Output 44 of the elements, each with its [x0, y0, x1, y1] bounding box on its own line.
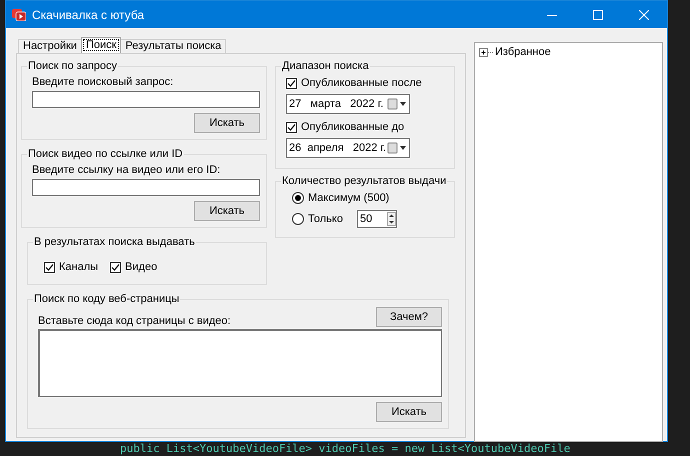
- video-link-field[interactable]: [32, 179, 260, 196]
- radio-button[interactable]: [292, 192, 304, 204]
- search-query-field[interactable]: [32, 91, 260, 108]
- app-icon: [12, 8, 26, 20]
- checkbox-label: Опубликованные после: [301, 77, 422, 89]
- background-code-line: public List<YoutubeVideoFile> videoFiles = new List<YoutubeVideoFile: [120, 442, 570, 455]
- field-label: Введите ссылку на видео или его ID:: [32, 164, 222, 176]
- group-title: Поиск по коду веб-страницы: [33, 293, 180, 305]
- number-spinner[interactable]: 50: [356, 210, 397, 228]
- checkbox-label: Опубликованные до: [301, 121, 404, 133]
- tree-item[interactable]: Избранное: [495, 46, 551, 58]
- group-title: Диапазон поиска: [281, 60, 370, 72]
- tab[interactable]: Поиск: [80, 37, 122, 53]
- radio-button[interactable]: [292, 213, 304, 225]
- checkbox[interactable]: [44, 262, 55, 272]
- date-picker[interactable]: 27 марта 2022 г.: [286, 94, 410, 114]
- field-label: Введите поисковый запрос:: [32, 76, 174, 88]
- date-picker[interactable]: 26 апреля 2022 г.: [286, 138, 410, 158]
- search-button[interactable]: Искать: [376, 402, 442, 422]
- help-button[interactable]: Зачем?: [376, 307, 442, 327]
- calendar-dropdown-icon[interactable]: [387, 142, 407, 154]
- search-button[interactable]: Искать: [194, 113, 260, 133]
- tab[interactable]: Результаты поиска: [120, 39, 226, 53]
- group-title: Поиск по запросу: [27, 60, 118, 72]
- radio-label: Только: [308, 213, 343, 225]
- group-title: Поиск видео по ссылке или ID: [27, 148, 184, 160]
- close-icon: [639, 10, 649, 20]
- checkbox-label: Каналы: [59, 261, 98, 273]
- expand-icon[interactable]: [479, 48, 493, 56]
- tab[interactable]: Настройки: [18, 39, 82, 53]
- window-title: Скачивалка с ютуба: [32, 8, 146, 22]
- search-button[interactable]: Искать: [194, 201, 260, 221]
- checkbox[interactable]: [110, 262, 122, 272]
- group-title: Количество результатов выдачи: [281, 175, 448, 187]
- calendar-dropdown-icon[interactable]: [387, 98, 407, 110]
- group-title: В результатах поиска выдавать: [33, 236, 196, 248]
- checkbox-label: Видео: [125, 261, 158, 273]
- checkbox[interactable]: [286, 78, 297, 88]
- maximize-icon: [593, 10, 603, 20]
- field-label: Вставьте сюда код страницы с видео:: [38, 315, 231, 327]
- spinner-arrows-icon[interactable]: [386, 212, 396, 226]
- page-code-field[interactable]: [38, 329, 442, 397]
- radio-label: Максимум (500): [308, 192, 390, 204]
- checkbox[interactable]: [286, 122, 297, 132]
